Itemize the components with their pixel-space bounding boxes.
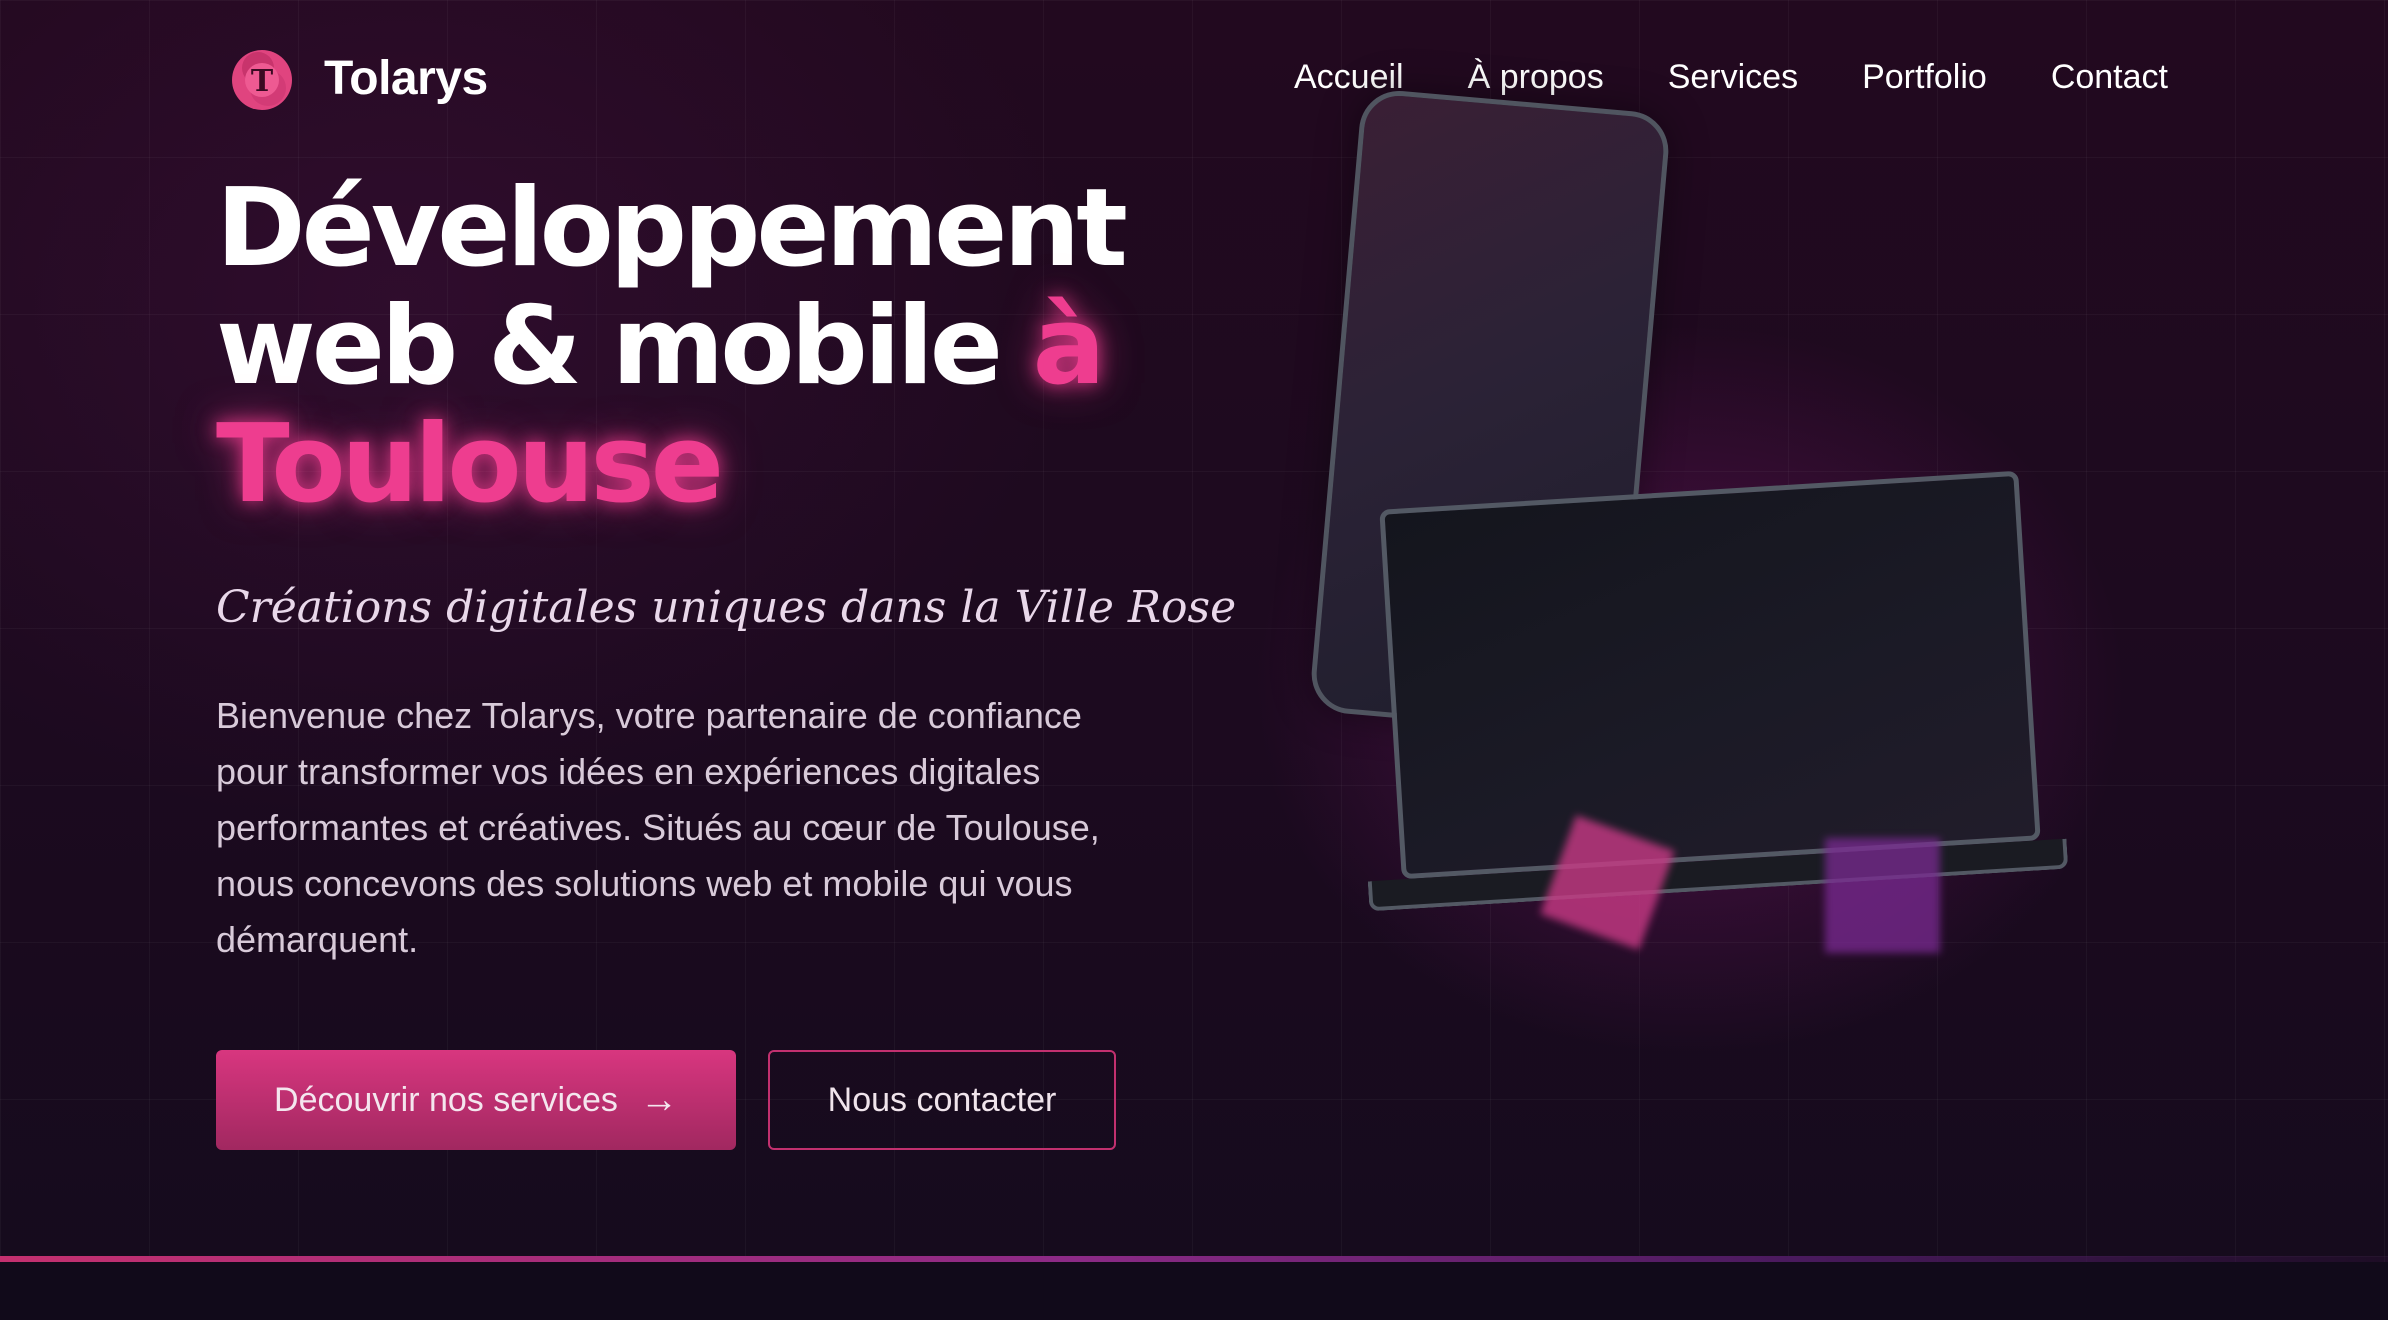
hero-section: Développement web & mobile à Toulouse <box>216 170 1196 524</box>
hero-title-line-2: web & mobile à <box>216 288 1196 406</box>
laptop-screen-mockup <box>1379 470 2041 880</box>
logo-link[interactable]: T Tolarys <box>228 44 488 112</box>
contact-us-label: Nous contacter <box>827 1080 1057 1119</box>
hero-title-accent-city: Toulouse <box>216 402 724 527</box>
logo-letter: T <box>251 64 274 99</box>
hero-title-web-mobile: web & mobile <box>216 284 1003 409</box>
device-illustration <box>1250 70 2130 970</box>
hero-title-line-1: Développement <box>216 166 1128 291</box>
discover-services-label: Découvrir nos services <box>274 1080 618 1119</box>
contact-us-button[interactable]: Nous contacter <box>768 1050 1116 1150</box>
arrow-right-icon: → <box>639 1078 678 1121</box>
rose-logo-icon: T <box>232 50 292 110</box>
brand-name: Tolarys <box>324 51 488 105</box>
hero-tagline: Créations digitales uniques dans la Vill… <box>216 582 1237 633</box>
purple-glow-square <box>1825 838 1940 953</box>
hero-intro-paragraph: Bienvenue chez Tolarys, votre partenaire… <box>216 695 1100 960</box>
hero-title: Développement web & mobile à Toulouse <box>216 170 1196 524</box>
hero-title-accent-a: à <box>1032 284 1106 409</box>
discover-services-button[interactable]: Découvrir nos services → <box>216 1050 736 1150</box>
footer-band <box>0 1262 2388 1320</box>
